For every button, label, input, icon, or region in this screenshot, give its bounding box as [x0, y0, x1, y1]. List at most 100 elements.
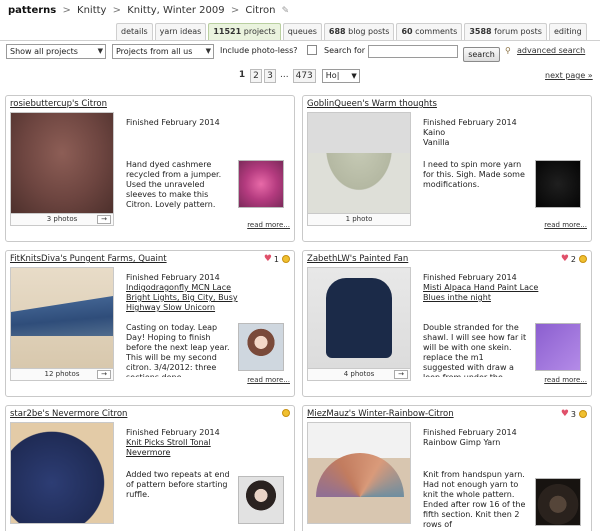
breadcrumb-root[interactable]: patterns: [8, 5, 56, 16]
arrow-right-icon[interactable]: →: [394, 370, 408, 379]
read-more-link[interactable]: read more...: [247, 221, 290, 229]
favorites-count: 2: [570, 254, 576, 264]
sun-icon: [282, 255, 290, 263]
yarn-colorway-link[interactable]: Bright Lights, Big City, Busy: [126, 293, 238, 303]
project-card: FitKnitsDiva's Pungent Farms, Quaint ♥ 1…: [5, 250, 295, 397]
tab-queues[interactable]: queues: [282, 23, 322, 40]
photo-count: 12 photos: [44, 370, 80, 378]
breadcrumb-separator: >: [230, 5, 240, 16]
project-photo[interactable]: [307, 112, 411, 214]
photo-count: 4 photos: [343, 370, 375, 378]
include-photo-less-label: Include photo-less?: [220, 46, 298, 55]
project-photo[interactable]: [10, 422, 114, 524]
read-more-link[interactable]: read more...: [247, 376, 290, 384]
yarn-colorway-link[interactable]: Highway Slow Unicorn: [126, 303, 238, 313]
project-title[interactable]: MiezMauz's Winter-Rainbow-Citron: [307, 409, 454, 419]
show-projects-select[interactable]: Show all projects ▼: [6, 44, 106, 59]
project-photo[interactable]: [10, 112, 114, 214]
project-status: Finished February 2014: [423, 428, 517, 437]
sun-icon: [579, 255, 587, 263]
project-title[interactable]: rosiebuttercup's Citron: [10, 99, 107, 109]
heart-icon[interactable]: ♥: [561, 409, 569, 419]
photo-caption: 12 photos →: [10, 369, 114, 381]
tab-comments[interactable]: 60 comments: [396, 23, 463, 40]
project-status: Finished February 2014: [126, 428, 220, 437]
project-stats: [279, 409, 290, 417]
sun-icon: [579, 410, 587, 418]
pencil-icon[interactable]: ✎: [282, 6, 290, 16]
arrow-right-icon[interactable]: →: [97, 215, 111, 224]
favorites-count: 3: [570, 409, 576, 419]
project-title[interactable]: GoblinQueen's Warm thoughts: [307, 99, 437, 109]
breadcrumb-item[interactable]: Citron: [245, 5, 275, 16]
favorites-count: 1: [273, 254, 279, 264]
sort-select[interactable]: Ho| ▼: [321, 69, 360, 83]
photo-count: 3 photos: [46, 215, 78, 223]
project-status: Finished February 2014: [126, 118, 220, 127]
tab-label: yarn ideas: [159, 27, 202, 36]
project-meta: Finished February 2014 Indigodragonfly M…: [126, 273, 238, 313]
breadcrumb-item[interactable]: Knitty, Winter 2009: [127, 5, 224, 16]
include-photo-less-checkbox[interactable]: [307, 45, 317, 55]
project-notes: Knit from handspun yarn. Had not enough …: [423, 470, 526, 529]
breadcrumb-separator: >: [62, 5, 71, 16]
project-thumbnail[interactable]: [238, 323, 284, 371]
tab-details[interactable]: details: [116, 23, 153, 40]
search-button[interactable]: search: [463, 47, 500, 62]
project-title[interactable]: FitKnitsDiva's Pungent Farms, Quaint: [10, 254, 167, 264]
project-thumbnail[interactable]: [238, 476, 284, 524]
tab-forum-posts[interactable]: 3588 forum posts: [464, 23, 547, 40]
search-for-label: Search for: [324, 46, 366, 55]
project-stats: ♥ 1: [264, 254, 290, 264]
project-meta: Finished February 2014 Knit Picks Stroll…: [126, 428, 220, 458]
project-thumbnail[interactable]: [535, 478, 581, 526]
yarn-name: Rainbow Gimp Yarn: [423, 438, 501, 447]
tab-label: queues: [287, 27, 317, 36]
page-current: 1: [238, 70, 246, 80]
page-ellipsis: ...: [280, 70, 289, 80]
page-link[interactable]: 2: [250, 69, 262, 83]
search-input[interactable]: [368, 45, 458, 58]
project-thumbnail[interactable]: [535, 323, 581, 371]
breadcrumb-item[interactable]: Knitty: [77, 5, 106, 16]
breadcrumb-separator: >: [112, 5, 122, 16]
read-more-link[interactable]: read more...: [544, 376, 587, 384]
project-title[interactable]: ZabethLW's Painted Fan: [307, 254, 408, 264]
select-value: Show all projects: [10, 47, 78, 56]
project-photo[interactable]: [307, 422, 411, 524]
arrow-right-icon[interactable]: →: [97, 370, 111, 379]
project-thumbnail[interactable]: [238, 160, 284, 208]
project-photo[interactable]: [10, 267, 114, 369]
tab-blog-posts[interactable]: 688 blog posts: [323, 23, 395, 40]
heart-icon[interactable]: ♥: [561, 254, 569, 264]
project-status: Finished February 2014: [423, 273, 517, 282]
yarn-colorway-link[interactable]: Blues inthe night: [423, 293, 538, 303]
advanced-search-link[interactable]: advanced search: [517, 46, 585, 55]
project-photo[interactable]: [307, 267, 411, 369]
page-link[interactable]: 3: [264, 69, 276, 83]
pagination: 1 2 3 ... 473 Ho| ▼: [236, 69, 360, 83]
tab-yarn-ideas[interactable]: yarn ideas: [154, 23, 207, 40]
tab-editing[interactable]: editing: [548, 23, 587, 40]
project-thumbnail[interactable]: [535, 160, 581, 208]
photo-count: 1 photo: [345, 215, 373, 223]
project-card: MiezMauz's Winter-Rainbow-Citron ♥ 3 Fin…: [302, 405, 592, 531]
yarn-link[interactable]: Knit Picks Stroll Tonal: [126, 438, 220, 448]
tab-projects[interactable]: 11521 projects: [208, 23, 281, 40]
project-notes: Casting on today. Leap Day! Hoping to fi…: [126, 323, 230, 377]
yarn-link[interactable]: Indigodragonfly MCN Lace: [126, 283, 238, 293]
yarn-colorway-link[interactable]: Nevermore: [126, 448, 220, 458]
next-page-link[interactable]: next page »: [545, 71, 593, 80]
select-value: Ho|: [325, 71, 340, 80]
projects-from-select[interactable]: Projects from all us ▼: [112, 44, 214, 59]
page-link-last[interactable]: 473: [292, 69, 316, 83]
yarn-link[interactable]: Misti Alpaca Hand Paint Lace: [423, 283, 538, 293]
read-more-link[interactable]: read more...: [544, 221, 587, 229]
breadcrumb: patterns > Knitty > Knitty, Winter 2009 …: [8, 5, 289, 16]
dropdown-arrow-icon: ▼: [351, 72, 357, 80]
project-title[interactable]: star2be's Nevermore Citron: [10, 409, 127, 419]
yarn-name: Kaino: [423, 128, 446, 137]
project-status: Finished February 2014: [423, 118, 517, 127]
binoculars-icon: ⚲: [505, 46, 511, 55]
heart-icon[interactable]: ♥: [264, 254, 272, 264]
